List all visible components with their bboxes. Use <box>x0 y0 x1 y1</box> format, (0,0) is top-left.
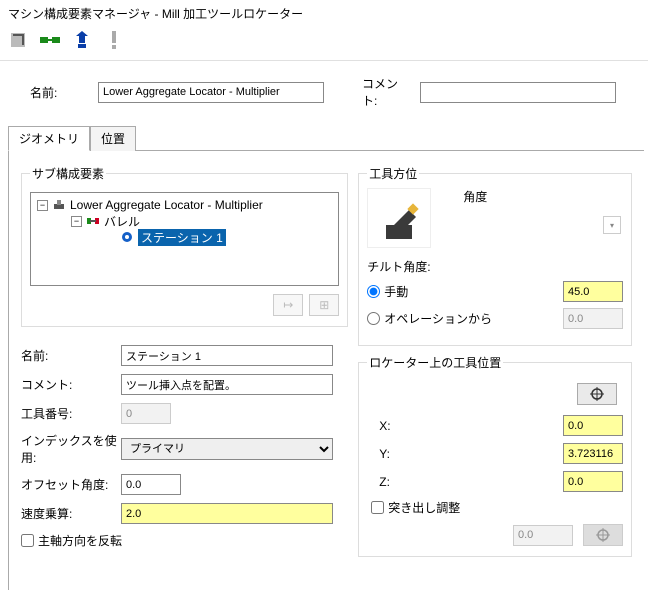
reverse-spindle-label: 主軸方向を反転 <box>38 532 122 549</box>
orientation-preview <box>367 188 431 248</box>
tilt-manual-radio-input[interactable] <box>367 285 380 298</box>
tree-expander-icon[interactable]: − <box>71 216 82 227</box>
y-input[interactable] <box>563 443 623 464</box>
target-icon <box>590 387 604 401</box>
station-icon <box>120 230 134 244</box>
station-name-label: 名前: <box>21 347 121 364</box>
tree-action-1: ↦ <box>273 294 303 316</box>
tilt-manual-input[interactable] <box>563 281 623 302</box>
index-select[interactable]: プライマリ <box>121 438 333 460</box>
comment-label: コメント: <box>362 75 412 109</box>
angle-label: 角度 <box>463 188 623 205</box>
y-label: Y: <box>379 447 407 461</box>
tool-orientation-legend: 工具方位 <box>367 165 419 182</box>
barrel-icon <box>86 214 100 228</box>
offset-label: オフセット角度: <box>21 476 121 493</box>
subcomponents-group: サブ構成要素 − Lower Aggregate Locator - Multi… <box>21 165 348 327</box>
z-label: Z: <box>379 475 407 489</box>
speedmul-input[interactable] <box>121 503 333 524</box>
station-comment-input[interactable] <box>121 374 333 395</box>
name-input[interactable] <box>98 82 324 103</box>
index-label: インデックスを使用: <box>21 432 121 466</box>
tab-geometry[interactable]: ジオメトリ <box>8 126 90 151</box>
tree-barrel[interactable]: − バレル <box>37 213 332 229</box>
target-icon <box>596 528 610 542</box>
protrusion-check[interactable]: 突き出し調整 <box>371 499 623 516</box>
toolbar <box>0 22 648 60</box>
tool-orientation-group: 工具方位 角度 ▾ チルト角度: <box>358 165 632 346</box>
toolbar-icon-warn[interactable] <box>104 30 124 50</box>
x-input[interactable] <box>563 415 623 436</box>
tool-position-legend: ロケーター上の工具位置 <box>367 354 503 371</box>
tilt-op-radio[interactable]: オペレーションから <box>367 310 492 327</box>
tabs: ジオメトリ 位置 サブ構成要素 − Lower Aggregate Locato… <box>8 125 648 590</box>
tree-action-2: ⊞ <box>309 294 339 316</box>
name-label: 名前: <box>30 84 90 101</box>
angle-dropdown[interactable]: ▾ <box>603 216 621 234</box>
x-label: X: <box>379 419 407 433</box>
tilt-manual-radio[interactable]: 手動 <box>367 283 408 300</box>
tilt-op-input <box>563 308 623 329</box>
tilt-op-label: オペレーションから <box>384 310 492 327</box>
reverse-spindle-check[interactable]: 主軸方向を反転 <box>21 532 348 549</box>
component-tree[interactable]: − Lower Aggregate Locator - Multiplier −… <box>30 192 339 286</box>
reverse-spindle-checkbox[interactable] <box>21 534 34 547</box>
pick-position-button[interactable] <box>577 383 617 405</box>
tree-station[interactable]: ステーション 1 <box>37 229 332 245</box>
station-form: 名前: コメント: 工具番号: インデックスを使用: プライマリ <box>21 345 348 549</box>
tree-station-label: ステーション 1 <box>138 229 226 246</box>
tree-root-label: Lower Aggregate Locator - Multiplier <box>70 198 263 212</box>
station-name-input[interactable] <box>121 345 333 366</box>
header-row: 名前: コメント: <box>0 75 648 125</box>
subcomponents-legend: サブ構成要素 <box>30 165 106 182</box>
tree-root[interactable]: − Lower Aggregate Locator - Multiplier <box>37 197 332 213</box>
tree-expander-icon[interactable]: − <box>37 200 48 211</box>
locator-icon <box>52 198 66 212</box>
tab-position[interactable]: 位置 <box>90 126 136 151</box>
tilt-manual-label: 手動 <box>384 283 408 300</box>
toolno-label: 工具番号: <box>21 405 121 422</box>
tree-barrel-label: バレル <box>104 213 140 230</box>
toolbar-icon-3[interactable] <box>72 30 92 50</box>
protrusion-label: 突き出し調整 <box>388 499 460 516</box>
toolbar-icon-1[interactable] <box>8 30 28 50</box>
comment-input[interactable] <box>420 82 616 103</box>
protrusion-checkbox[interactable] <box>371 501 384 514</box>
window-title: マシン構成要素マネージャ - Mill 加工ツールロケーター <box>0 0 648 22</box>
tilt-op-radio-input[interactable] <box>367 312 380 325</box>
toolno-input <box>121 403 171 424</box>
speedmul-label: 速度乗算: <box>21 505 121 522</box>
offset-input[interactable] <box>121 474 181 495</box>
protrusion-input <box>513 525 573 546</box>
z-input[interactable] <box>563 471 623 492</box>
station-comment-label: コメント: <box>21 376 121 393</box>
toolbar-icon-2[interactable] <box>40 30 60 50</box>
protrusion-pick-button <box>583 524 623 546</box>
tool-position-group: ロケーター上の工具位置 X: Y: Z: <box>358 354 632 557</box>
tilt-angle-label: チルト角度: <box>367 258 623 275</box>
